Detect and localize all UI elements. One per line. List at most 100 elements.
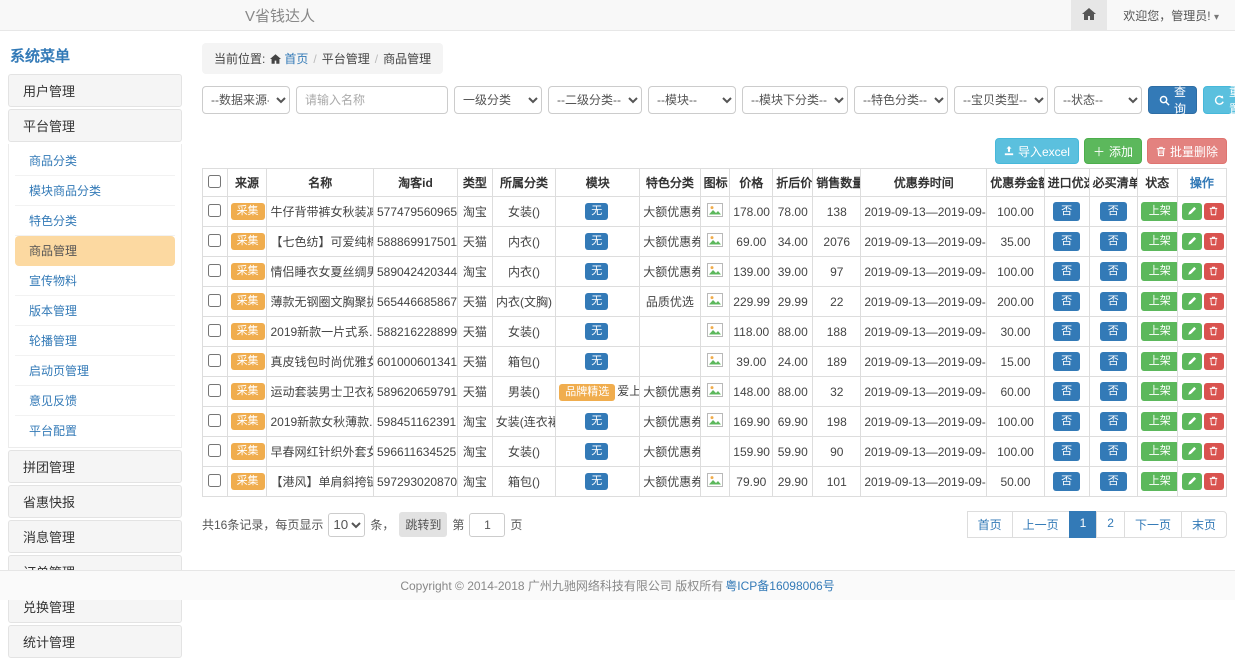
must-buy-toggle[interactable]: 否	[1100, 352, 1127, 371]
filter-select[interactable]: --模块--	[648, 86, 736, 114]
status-toggle[interactable]: 上架	[1141, 262, 1177, 281]
page-button[interactable]: 末页	[1181, 511, 1227, 538]
jump-page-input[interactable]	[469, 513, 505, 537]
filter-select-source[interactable]: --数据来源--	[202, 86, 290, 114]
row-checkbox[interactable]	[208, 264, 221, 277]
import-select-toggle[interactable]: 否	[1053, 442, 1080, 461]
edit-button[interactable]	[1182, 443, 1202, 460]
filter-select[interactable]: --特色分类--	[854, 86, 948, 114]
delete-row-button[interactable]	[1204, 293, 1224, 310]
sidebar-submenu-item[interactable]: 版本管理	[15, 296, 175, 326]
edit-button[interactable]	[1182, 413, 1202, 430]
sidebar-submenu-item[interactable]: 宣传物料	[15, 266, 175, 296]
import-select-toggle[interactable]: 否	[1053, 472, 1080, 491]
status-toggle[interactable]: 上架	[1141, 292, 1177, 311]
import-select-toggle[interactable]: 否	[1053, 202, 1080, 221]
sidebar-group-item[interactable]: 用户管理	[8, 74, 182, 107]
must-buy-toggle[interactable]: 否	[1100, 382, 1127, 401]
import-excel-button[interactable]: 导入excel	[995, 138, 1079, 164]
row-checkbox[interactable]	[208, 474, 221, 487]
sidebar-submenu-item[interactable]: 模块商品分类	[15, 176, 175, 206]
edit-button[interactable]	[1182, 473, 1202, 490]
delete-row-button[interactable]	[1204, 443, 1224, 460]
must-buy-toggle[interactable]: 否	[1100, 202, 1127, 221]
filter-select[interactable]: --模块下分类--	[742, 86, 848, 114]
status-toggle[interactable]: 上架	[1141, 442, 1177, 461]
edit-button[interactable]	[1182, 323, 1202, 340]
row-checkbox[interactable]	[208, 384, 221, 397]
row-checkbox[interactable]	[208, 324, 221, 337]
must-buy-toggle[interactable]: 否	[1100, 232, 1127, 251]
row-checkbox[interactable]	[208, 444, 221, 457]
status-toggle[interactable]: 上架	[1141, 472, 1177, 491]
home-button[interactable]	[1071, 0, 1107, 30]
status-toggle[interactable]: 上架	[1141, 382, 1177, 401]
edit-button[interactable]	[1182, 233, 1202, 250]
import-select-toggle[interactable]: 否	[1053, 262, 1080, 281]
sidebar-submenu-item[interactable]: 启动页管理	[15, 356, 175, 386]
status-toggle[interactable]: 上架	[1141, 232, 1177, 251]
add-button[interactable]: ＋ 添加	[1084, 138, 1142, 164]
edit-button[interactable]	[1182, 203, 1202, 220]
import-select-toggle[interactable]: 否	[1053, 232, 1080, 251]
page-button[interactable]: 首页	[967, 511, 1013, 538]
delete-row-button[interactable]	[1204, 353, 1224, 370]
row-checkbox[interactable]	[208, 294, 221, 307]
page-button[interactable]: 1	[1069, 511, 1098, 538]
edit-button[interactable]	[1182, 383, 1202, 400]
filter-select[interactable]: --二级分类--	[548, 86, 642, 114]
delete-row-button[interactable]	[1204, 413, 1224, 430]
sidebar-submenu-item[interactable]: 平台配置	[15, 416, 175, 445]
must-buy-toggle[interactable]: 否	[1100, 262, 1127, 281]
delete-row-button[interactable]	[1204, 203, 1224, 220]
page-button[interactable]: 上一页	[1012, 511, 1070, 538]
sidebar-submenu-item[interactable]: 商品管理	[15, 236, 175, 266]
delete-row-button[interactable]	[1204, 263, 1224, 280]
breadcrumb-home-link[interactable]: 首页	[270, 50, 308, 67]
batch-delete-button[interactable]: 批量删除	[1147, 138, 1227, 164]
page-size-select[interactable]: 10	[328, 513, 365, 537]
sidebar-group-item[interactable]: 拼团管理	[8, 450, 182, 483]
icp-link[interactable]: 粤ICP备16098006号	[725, 577, 834, 594]
import-select-toggle[interactable]: 否	[1053, 352, 1080, 371]
row-checkbox[interactable]	[208, 414, 221, 427]
must-buy-toggle[interactable]: 否	[1100, 322, 1127, 341]
delete-row-button[interactable]	[1204, 233, 1224, 250]
row-checkbox[interactable]	[208, 204, 221, 217]
sidebar-submenu-item[interactable]: 意见反馈	[15, 386, 175, 416]
user-menu[interactable]: 欢迎您，管理员! ▾	[1107, 7, 1235, 24]
edit-button[interactable]	[1182, 263, 1202, 280]
edit-button[interactable]	[1182, 353, 1202, 370]
must-buy-toggle[interactable]: 否	[1100, 292, 1127, 311]
jump-button[interactable]: 跳转到	[399, 512, 447, 537]
status-toggle[interactable]: 上架	[1141, 322, 1177, 341]
must-buy-toggle[interactable]: 否	[1100, 472, 1127, 491]
import-select-toggle[interactable]: 否	[1053, 292, 1080, 311]
row-checkbox[interactable]	[208, 234, 221, 247]
import-select-toggle[interactable]: 否	[1053, 382, 1080, 401]
sidebar-group-item[interactable]: 统计管理	[8, 625, 182, 658]
page-button[interactable]: 下一页	[1124, 511, 1182, 538]
import-select-toggle[interactable]: 否	[1053, 322, 1080, 341]
delete-row-button[interactable]	[1204, 383, 1224, 400]
status-toggle[interactable]: 上架	[1141, 202, 1177, 221]
sidebar-submenu-item[interactable]: 商品分类	[15, 146, 175, 176]
name-search-input[interactable]	[296, 86, 448, 114]
filter-select[interactable]: --状态--	[1054, 86, 1142, 114]
reset-button[interactable]: 重置	[1203, 86, 1235, 114]
status-toggle[interactable]: 上架	[1141, 352, 1177, 371]
row-checkbox[interactable]	[208, 354, 221, 367]
must-buy-toggle[interactable]: 否	[1100, 412, 1127, 431]
sidebar-group-item[interactable]: 省惠快报	[8, 485, 182, 518]
search-button[interactable]: 查询	[1148, 86, 1197, 114]
sidebar-group-item[interactable]: 消息管理	[8, 520, 182, 553]
must-buy-toggle[interactable]: 否	[1100, 442, 1127, 461]
sidebar-submenu-item[interactable]: 轮播管理	[15, 326, 175, 356]
delete-row-button[interactable]	[1204, 473, 1224, 490]
filter-select[interactable]: 一级分类	[454, 86, 542, 114]
edit-button[interactable]	[1182, 293, 1202, 310]
import-select-toggle[interactable]: 否	[1053, 412, 1080, 431]
sidebar-submenu-item[interactable]: 特色分类	[15, 206, 175, 236]
select-all-checkbox[interactable]	[208, 175, 221, 188]
filter-select[interactable]: --宝贝类型--	[954, 86, 1048, 114]
